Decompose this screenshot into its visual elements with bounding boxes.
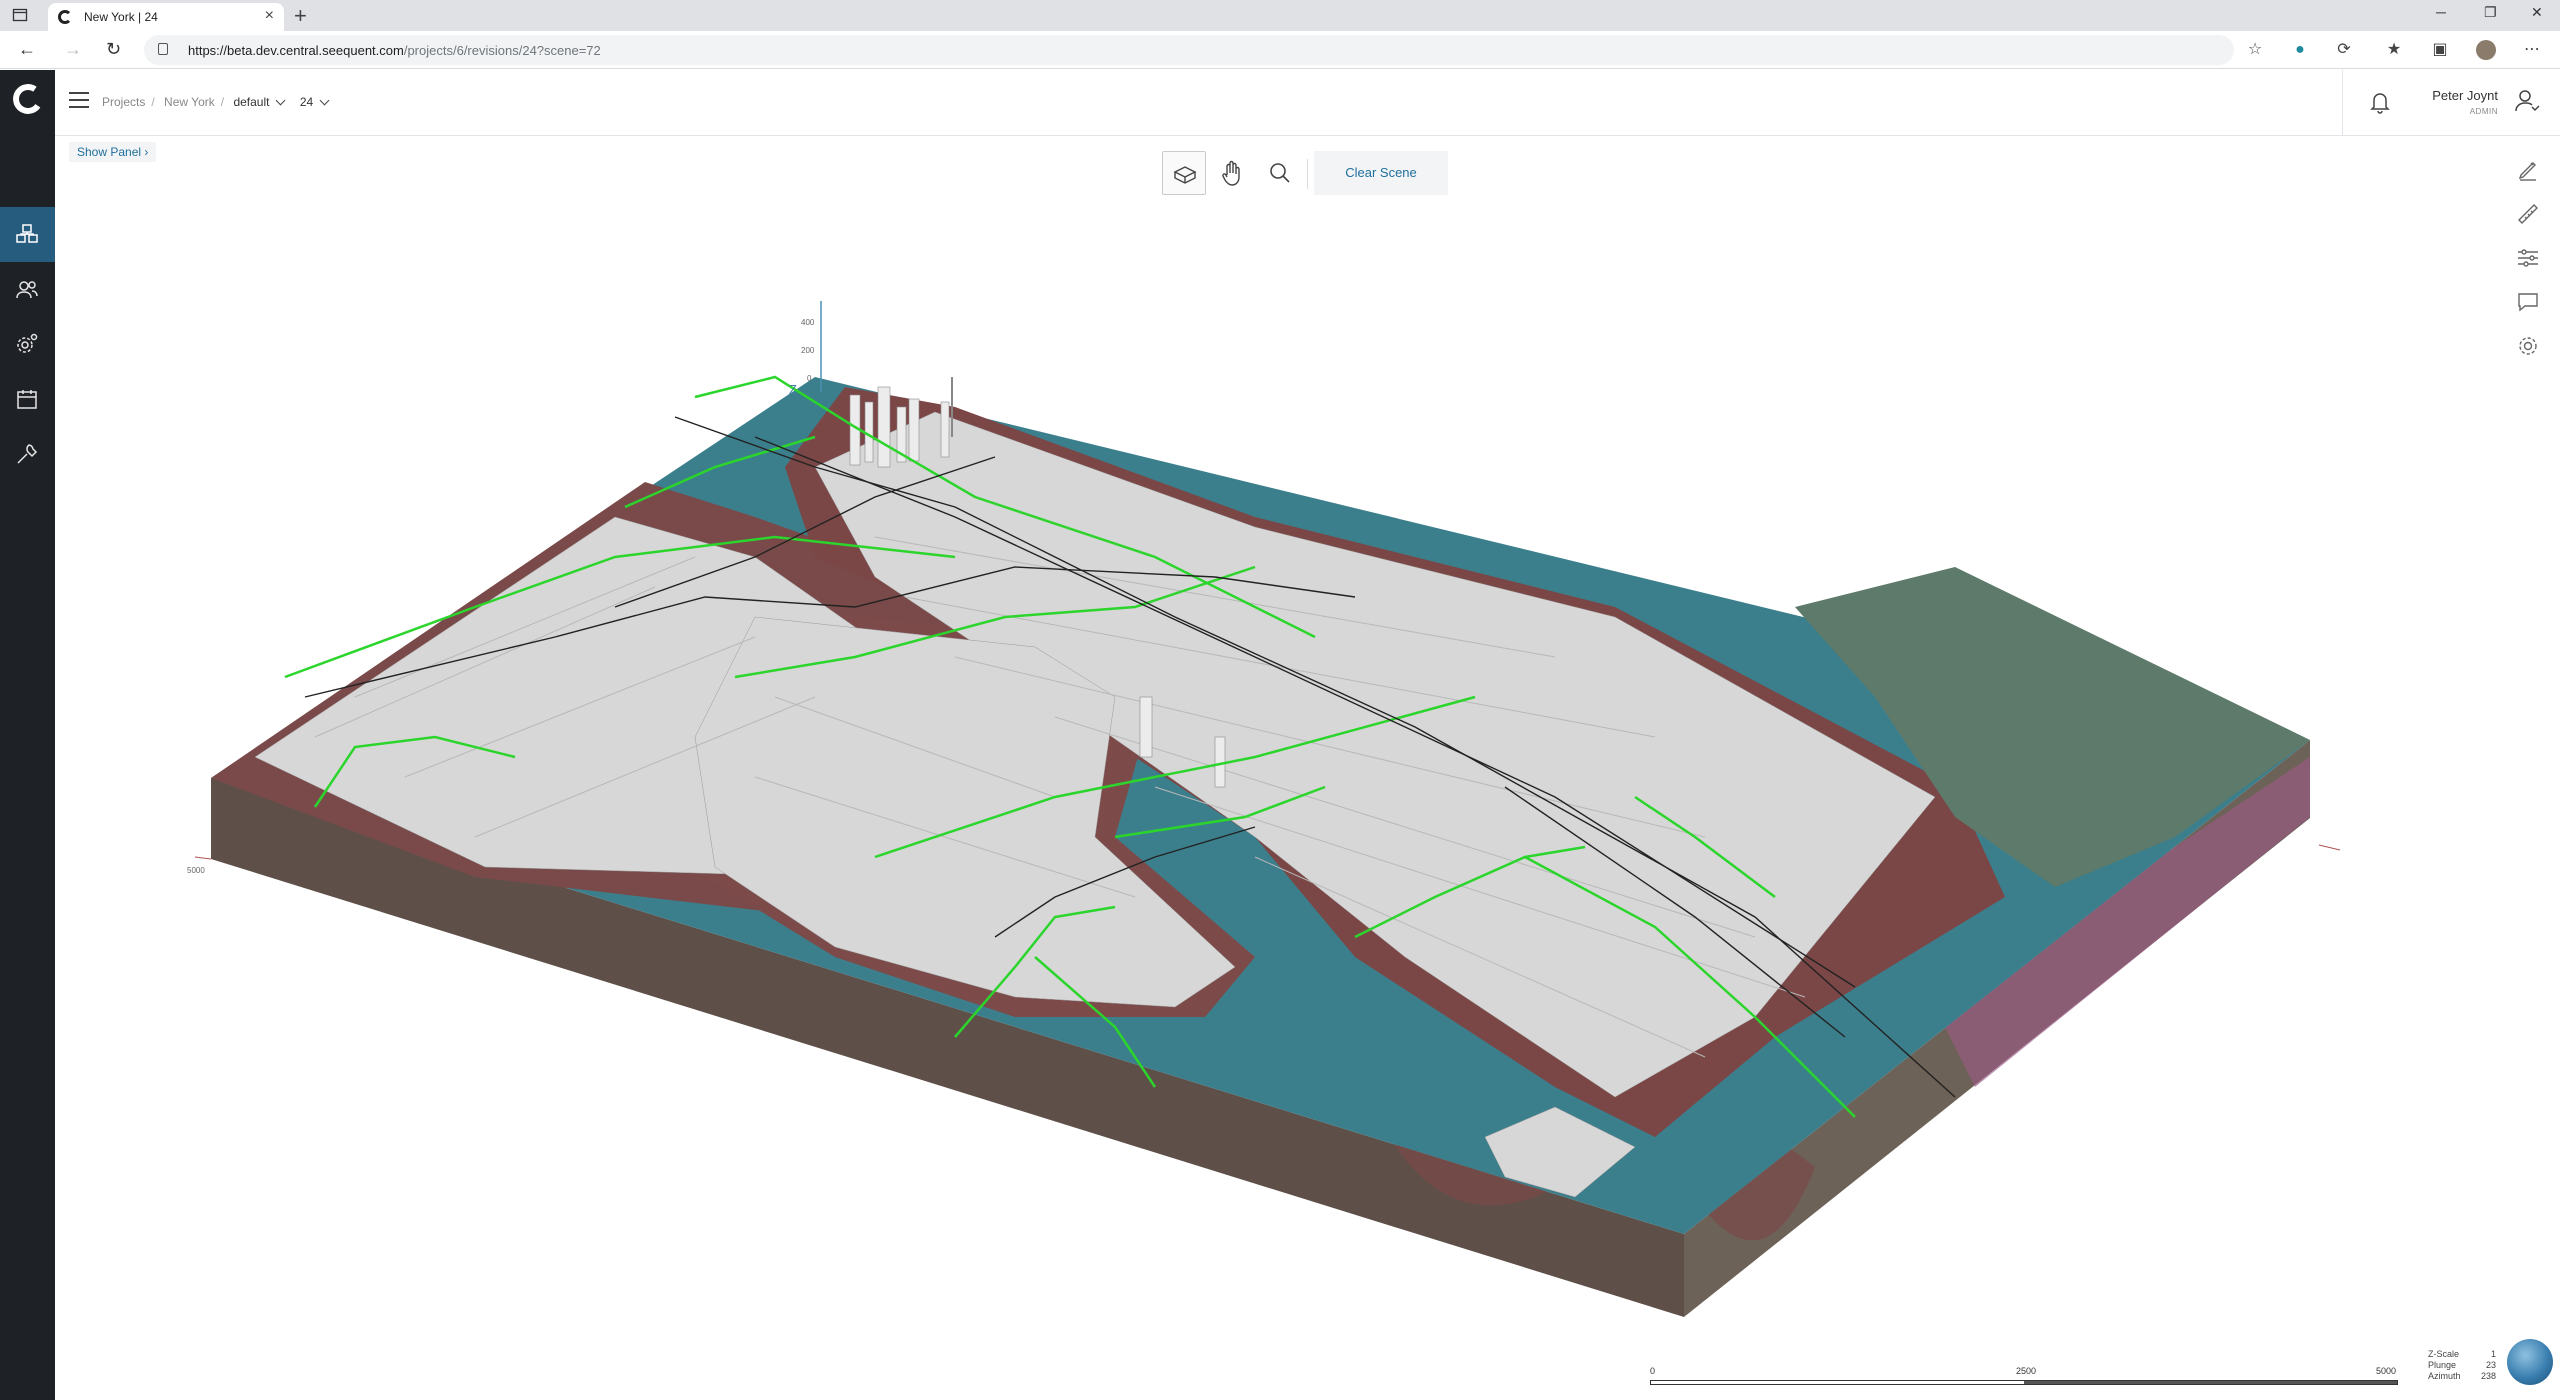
lock-icon	[158, 43, 168, 55]
z-axis-tick: 0	[807, 374, 812, 383]
tab-close-icon[interactable]: ×	[265, 7, 274, 25]
scene-canvas[interactable]: Z 400 200 0 5000	[55, 137, 2560, 1400]
sliders-icon	[2518, 249, 2538, 267]
breadcrumb: Projects / New York / default 24	[102, 95, 340, 109]
scale-line	[1650, 1380, 2398, 1385]
y-axis-tick: 5000	[187, 866, 205, 875]
zscale-label: Z-Scale	[2428, 1349, 2460, 1359]
projects-icon	[16, 224, 38, 243]
comments-button[interactable]	[2513, 287, 2543, 317]
rail-tools[interactable]	[0, 427, 55, 482]
extension-c-icon[interactable]: ●	[2290, 40, 2310, 60]
view-info-hud: Z-Scale 1 Plunge 23 Azimuth 238	[2428, 1349, 2496, 1382]
rail-calendar[interactable]	[0, 372, 55, 427]
collections-icon[interactable]: ▣	[2430, 40, 2450, 60]
central-logo[interactable]	[0, 70, 55, 132]
calendar-icon	[17, 390, 37, 409]
menu-hamburger-icon[interactable]	[69, 92, 89, 108]
x-axis-line	[2318, 844, 2341, 851]
measure-button[interactable]	[2513, 199, 2543, 229]
z-axis-tick: 200	[801, 346, 815, 355]
more-menu-icon[interactable]: ⋯	[2522, 40, 2542, 60]
reload-icon[interactable]: ↻	[106, 39, 121, 60]
scale-label: 0	[1650, 1366, 1656, 1376]
settings-gear-icon	[17, 333, 38, 353]
edit-pen-icon	[2518, 162, 2536, 181]
orientation-globe-icon[interactable]	[2507, 1339, 2553, 1385]
user-account-icon[interactable]	[2514, 88, 2540, 114]
annotate-button[interactable]	[2513, 155, 2543, 185]
url-text: https://beta.dev.central.seequent.com/pr…	[188, 43, 601, 58]
forward-icon[interactable]: →	[64, 39, 82, 60]
minimize-icon[interactable]: ─	[2436, 4, 2446, 20]
breadcrumb-project[interactable]: New York	[164, 95, 215, 109]
tab-actions-icon[interactable]	[12, 7, 28, 23]
chevron-down-icon[interactable]	[319, 95, 330, 106]
url-field[interactable]: https://beta.dev.central.seequent.com/pr…	[144, 35, 2234, 65]
clear-scene-button[interactable]: Clear Scene	[1314, 151, 1448, 195]
rail-settings[interactable]	[0, 317, 55, 372]
rail-users[interactable]	[0, 262, 55, 317]
browser-tab[interactable]: New York | 24 ×	[48, 3, 284, 31]
new-tab-icon[interactable]: +	[294, 3, 307, 29]
view-cube-button[interactable]	[1162, 151, 1206, 195]
scale-label: 2500	[2016, 1366, 2037, 1376]
comment-icon	[2518, 293, 2538, 312]
z-axis-label: Z	[789, 382, 797, 397]
seequent-favicon-icon	[58, 10, 72, 24]
pan-button[interactable]	[1210, 151, 1254, 195]
favorite-star-icon[interactable]: ☆	[2245, 40, 2265, 60]
measure-ruler-icon	[2518, 204, 2538, 224]
zscale-value: 1	[2490, 1349, 2496, 1359]
y-axis-line	[194, 856, 212, 860]
header-divider	[2342, 70, 2343, 136]
view-cube-icon	[1173, 166, 1197, 184]
azimuth-value: 238	[2480, 1371, 2496, 1381]
zoom-search-icon	[1270, 163, 1290, 183]
3d-viewport[interactable]: Z 400 200 0 5000 Show Panel › Clear Scen…	[55, 137, 2560, 1400]
wrench-icon	[17, 444, 38, 464]
notifications-bell-icon[interactable]	[2370, 90, 2390, 114]
breadcrumb-projects[interactable]: Projects	[102, 95, 145, 109]
toolbar-divider	[1307, 159, 1308, 189]
azimuth-label: Azimuth	[2428, 1371, 2461, 1381]
plunge-label: Plunge	[2428, 1360, 2457, 1370]
rail-projects[interactable]	[0, 207, 55, 262]
branch-select[interactable]: default	[233, 95, 269, 109]
pan-hand-icon	[1222, 160, 1240, 186]
scene-settings-button[interactable]	[2513, 331, 2543, 361]
revision-select[interactable]: 24	[300, 95, 313, 109]
user-role: ADMIN	[2469, 107, 2498, 116]
z-axis-tick: 400	[801, 318, 815, 327]
browser-tab-title: New York | 24	[84, 10, 158, 24]
chevron-down-icon[interactable]	[276, 95, 286, 106]
refresh-extension-icon[interactable]: ⟳	[2334, 40, 2354, 60]
app-header: Projects / New York / default 24 Peter Joy…	[55, 70, 2560, 136]
favorites-icon[interactable]: ★	[2384, 40, 2404, 60]
restore-icon[interactable]: ❐	[2484, 4, 2497, 21]
users-icon	[16, 281, 38, 299]
back-icon[interactable]: ←	[18, 39, 36, 60]
browser-tab-strip: New York | 24 × + ─ ❐ ✕	[0, 0, 2560, 31]
close-window-icon[interactable]: ✕	[2531, 4, 2543, 21]
scale-bar: 0 2500 5000	[1650, 1366, 2398, 1392]
filters-button[interactable]	[2513, 243, 2543, 273]
scale-label: 5000	[2376, 1366, 2397, 1376]
gear-icon	[2519, 337, 2537, 355]
browser-address-bar: ← → ↻ https://beta.dev.central.seequent.…	[0, 31, 2560, 69]
app-nav-rail	[0, 70, 55, 1400]
user-name[interactable]: Peter Joynt	[2432, 88, 2498, 103]
zoom-button[interactable]	[1258, 151, 1302, 195]
show-panel-button[interactable]: Show Panel ›	[69, 142, 157, 162]
plunge-value: 23	[2485, 1360, 2496, 1370]
profile-avatar[interactable]	[2476, 40, 2496, 60]
